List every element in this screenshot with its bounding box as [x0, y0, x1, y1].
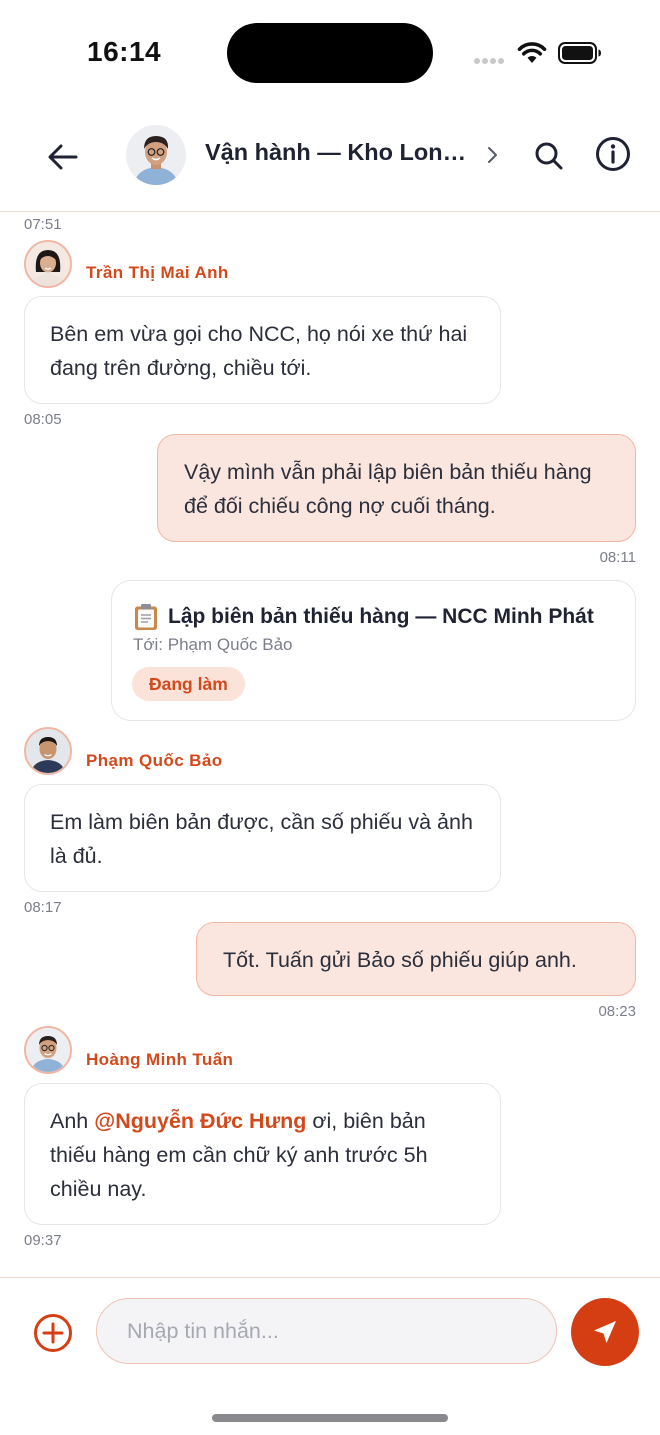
task-title-row: Lập biên bản thiếu hàng — NCC Minh Phát [133, 603, 594, 631]
back-button[interactable] [42, 136, 84, 178]
dynamic-island [227, 23, 433, 83]
sender-avatar[interactable] [24, 240, 72, 288]
arrow-left-icon [48, 144, 78, 170]
message-timestamp: 08:23 [598, 1003, 636, 1020]
person-avatar-icon [26, 729, 70, 773]
message-timestamp: 08:05 [24, 411, 62, 428]
sender-avatar[interactable] [24, 727, 72, 775]
battery-icon [558, 42, 601, 64]
task-card[interactable]: Lập biên bản thiếu hàng — NCC Minh Phát … [111, 580, 636, 721]
message-bubble-incoming[interactable]: Bên em vừa gọi cho NCC, họ nói xe thứ ha… [24, 296, 501, 404]
sender-name: Trần Thị Mai Anh [86, 263, 229, 282]
message-timestamp: 08:17 [24, 899, 62, 916]
message-bubble-incoming[interactable]: Anh @Nguyễn Đức Hưng ơi, biên bản thiếu … [24, 1083, 501, 1225]
message-input[interactable] [96, 1298, 557, 1364]
chevron-right-icon [488, 147, 497, 163]
message-timestamp: 08:11 [599, 549, 636, 566]
person-avatar-icon [26, 242, 70, 286]
status-bar: 16:14 [0, 0, 660, 106]
sender-name: Hoàng Minh Tuấn [86, 1050, 234, 1069]
group-avatar[interactable] [126, 125, 186, 185]
task-title: Lập biên bản thiếu hàng — NCC Minh Phát [168, 605, 594, 628]
send-icon [594, 1321, 616, 1343]
task-status-badge: Đang làm [132, 667, 245, 701]
cellular-signal-icon [474, 58, 506, 64]
status-time: 16:14 [87, 36, 162, 67]
message-bubble-outgoing[interactable]: Tốt. Tuấn gửi Bảo số phiếu giúp anh. [196, 922, 636, 996]
chat-details-chevron[interactable] [480, 140, 506, 170]
add-attachment-button[interactable] [32, 1312, 74, 1354]
wifi-icon [517, 42, 547, 63]
message-timestamp: 07:51 [24, 216, 62, 233]
task-assignee: Tới: Phạm Quốc Bảo [133, 635, 293, 654]
message-bubble-outgoing[interactable]: Vậy mình vẫn phải lập biên bản thiếu hàn… [157, 434, 636, 542]
message-bubble-incoming[interactable]: Em làm biên bản được, cần số phiếu và ản… [24, 784, 501, 892]
person-avatar-icon [126, 125, 186, 185]
sender-avatar[interactable] [24, 1026, 72, 1074]
sender-name: Phạm Quốc Bảo [86, 751, 223, 770]
message-timestamp: 09:37 [24, 1232, 62, 1249]
clipboard-icon [135, 604, 157, 630]
message-text: Anh [50, 1109, 95, 1133]
search-button[interactable] [530, 136, 568, 176]
chat-header: Vận hành — Kho Long Biên [0, 106, 660, 212]
info-button[interactable] [593, 134, 633, 174]
home-indicator [212, 1414, 448, 1422]
person-avatar-icon [26, 1028, 70, 1072]
info-icon [596, 137, 630, 171]
search-icon [535, 142, 563, 170]
user-mention[interactable]: @Nguyễn Đức Hưng [94, 1109, 306, 1133]
message-composer [0, 1277, 660, 1435]
chat-title[interactable]: Vận hành — Kho Long Biên [205, 139, 467, 166]
send-button[interactable] [571, 1298, 639, 1366]
